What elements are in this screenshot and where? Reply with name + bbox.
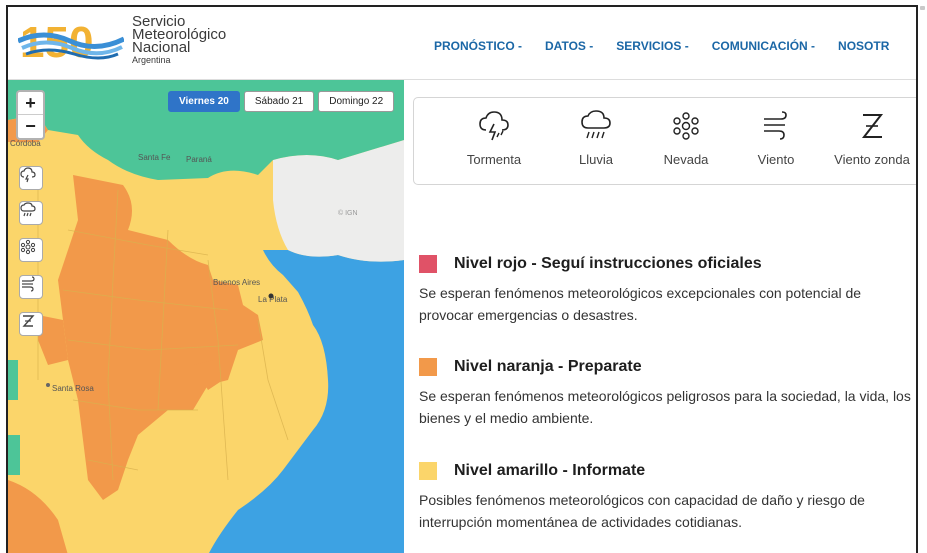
level-red: Nivel rojo - Seguí instrucciones oficial… xyxy=(419,255,916,326)
day-selector: Viernes 20 Sábado 21 Domingo 22 xyxy=(168,91,395,112)
window-scroll-edge xyxy=(918,0,927,553)
brand-line-4: Argentina xyxy=(132,55,171,65)
nav-datos[interactable]: DATOS - xyxy=(545,39,593,53)
wind-icon xyxy=(764,111,787,140)
place-label-buenos-aires: Buenos Aires xyxy=(213,278,260,287)
zoom-out-button[interactable]: − xyxy=(18,115,43,138)
level-red-title: Nivel rojo - Seguí instrucciones oficial… xyxy=(454,255,762,272)
filter-snow-button[interactable] xyxy=(19,238,43,262)
scroll-indicator xyxy=(920,6,925,10)
level-red-description: Se esperan fenómenos meteorológicos exce… xyxy=(419,285,862,323)
alert-map-canvas[interactable]: Córdoba Santa Fe Paraná Buenos Aires La … xyxy=(8,80,404,553)
phenomenon-snow-label: Nevada xyxy=(663,152,709,167)
green-zone-west xyxy=(8,435,20,475)
snow-icon xyxy=(673,112,699,140)
filter-rain-button[interactable] xyxy=(19,201,43,225)
phenomena-panel: Tormenta Lluvia Nevada Viento Viento zon… xyxy=(413,97,916,185)
map-attribution: © IGN xyxy=(338,209,358,217)
smn-150-logo[interactable]: 150 xyxy=(18,17,124,63)
phenomenon-zonda[interactable]: Viento zonda xyxy=(822,108,916,167)
main-nav: PRONÓSTICO - DATOS - SERVICIOS - COMUNIC… xyxy=(434,39,912,53)
wind-icon xyxy=(22,276,35,292)
filter-wind-button[interactable] xyxy=(19,275,43,299)
filter-zonda-button[interactable] xyxy=(19,312,43,336)
nav-pronostico[interactable]: PRONÓSTICO - xyxy=(434,39,522,53)
place-label-santa-rosa: Santa Rosa xyxy=(52,384,94,393)
phenomenon-zonda-label: Viento zonda xyxy=(834,152,910,167)
brand-name[interactable]: Servicio Meteorológico Nacional Argentin… xyxy=(132,14,226,65)
level-yellow: Nivel amarillo - Informate Posibles fenó… xyxy=(419,462,916,533)
place-label-santa-fe: Santa Fe xyxy=(138,153,171,162)
nav-nosotros[interactable]: NOSOTR xyxy=(838,39,889,53)
alert-map[interactable]: Córdoba Santa Fe Paraná Buenos Aires La … xyxy=(8,80,404,553)
snow-icon xyxy=(20,239,36,255)
nav-comunicacion[interactable]: COMUNICACIÓN - xyxy=(712,39,815,53)
place-label-parana: Paraná xyxy=(186,155,212,164)
city-marker xyxy=(46,383,50,387)
phenomenon-rain-label: Lluvia xyxy=(579,152,613,167)
capital-marker xyxy=(268,293,274,299)
zoom-control: + − xyxy=(16,90,45,140)
browser-viewport: 150 Servicio Meteorológico Nacional Arge… xyxy=(6,5,918,553)
phenomenon-wind-label: Viento xyxy=(757,152,795,167)
level-orange-description: Se esperan fenómenos meteorológicos peli… xyxy=(419,388,911,426)
day-tab-sabado[interactable]: Sábado 21 xyxy=(243,91,315,112)
day-tab-domingo[interactable]: Domingo 22 xyxy=(318,91,395,112)
green-zone-west-2 xyxy=(8,360,18,400)
level-red-swatch xyxy=(419,255,437,273)
rain-icon xyxy=(20,202,36,217)
level-yellow-swatch xyxy=(419,462,437,480)
level-orange-title: Nivel naranja - Preparate xyxy=(454,358,642,375)
level-orange-swatch xyxy=(419,358,437,376)
phenomenon-storm[interactable]: Tormenta xyxy=(444,108,544,167)
phenomenon-storm-label: Tormenta xyxy=(466,152,522,167)
place-label-cordoba: Córdoba xyxy=(10,139,41,148)
rain-icon xyxy=(581,110,611,139)
zonda-icon xyxy=(861,114,884,138)
nav-servicios[interactable]: SERVICIOS - xyxy=(616,39,688,53)
phenomenon-rain[interactable]: Lluvia xyxy=(546,108,646,167)
level-yellow-title: Nivel amarillo - Informate xyxy=(454,462,646,479)
zonda-icon xyxy=(22,315,35,327)
site-header: 150 Servicio Meteorológico Nacional Arge… xyxy=(8,7,916,80)
level-yellow-description: Posibles fenómenos meteorológicos con ca… xyxy=(419,492,865,530)
phenomenon-snow[interactable]: Nevada xyxy=(636,108,736,167)
zoom-in-button[interactable]: + xyxy=(18,92,43,115)
phenomenon-wind[interactable]: Viento xyxy=(726,108,826,167)
storm-icon xyxy=(20,167,36,183)
day-tab-viernes[interactable]: Viernes 20 xyxy=(168,91,240,112)
storm-icon xyxy=(479,111,509,141)
filter-storm-button[interactable] xyxy=(19,166,43,190)
level-orange: Nivel naranja - Preparate Se esperan fen… xyxy=(419,358,916,429)
